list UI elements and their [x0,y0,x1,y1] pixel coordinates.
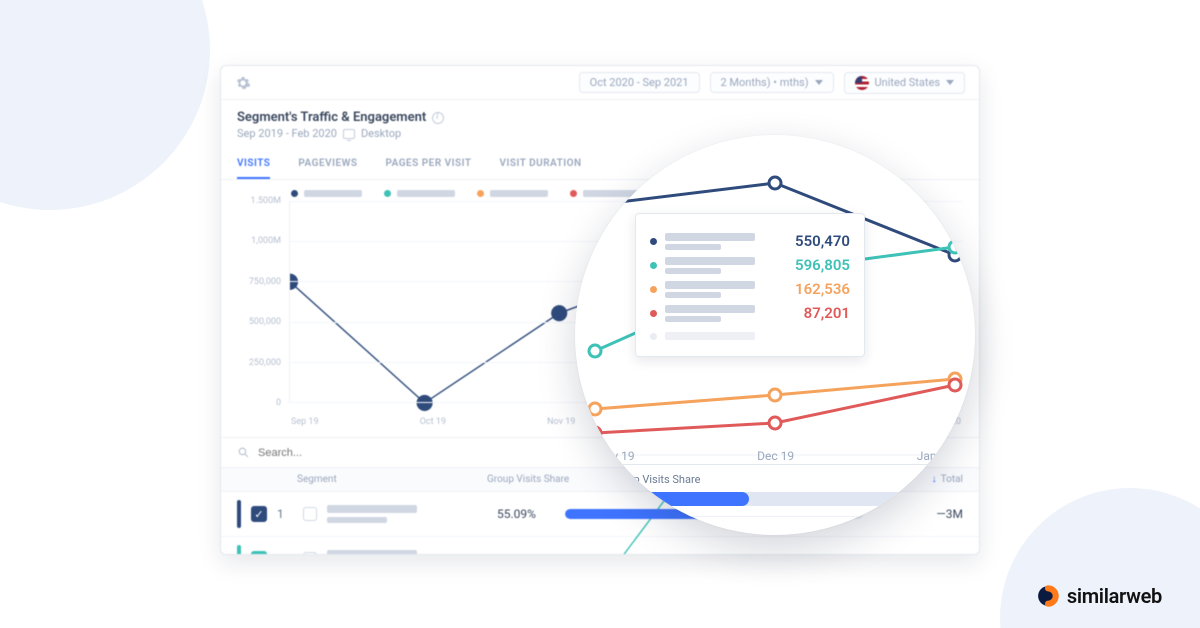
tab-pages-per-visit[interactable]: PAGES PER VISIT [385,152,471,179]
skeleton [665,244,721,250]
date-range-selector[interactable]: Oct 2020 - Sep 2021 [579,72,700,93]
search-icon [237,446,250,459]
share-title: Group Visits Share [610,473,940,486]
brand-logo: similarweb [1037,584,1162,608]
dot-icon [477,190,484,197]
skeleton [665,316,721,322]
granularity-selector[interactable]: 2 Months) • mths) [710,72,834,93]
title-text: Segment's Traffic & Engagement [237,110,426,125]
tooltip-value: 596,805 [795,256,850,274]
share-bar-fill [610,492,749,506]
date-range-label: Oct 2020 - Sep 2021 [590,76,689,89]
chevron-down-icon [946,80,954,85]
dot-icon [384,190,391,197]
dot-icon [650,310,657,317]
skeleton [665,233,755,241]
tooltip-row: 596,805 [650,256,850,274]
tooltip-value: 87,201 [804,304,850,322]
lens-x-axis: Nov 19 Dec 19 Jan 20 [597,449,953,463]
dot-icon [291,190,298,197]
bg-decor-top [0,0,210,210]
brand-text: similarweb [1067,584,1162,608]
skeleton [665,281,755,289]
chart-tooltip: 550,470 596,805 162,536 87,201 [635,213,865,357]
tab-visit-duration[interactable]: VISIT DURATION [500,152,582,179]
x-tick: Dec 19 [757,449,794,463]
tooltip-value: 550,470 [795,232,850,250]
row-color-indicator [237,500,241,528]
skeleton [397,190,455,197]
tooltip-row: 87,201 [650,304,850,322]
tooltip-value: 162,536 [795,280,850,298]
skeleton [304,190,362,197]
dot-icon [650,333,657,340]
x-tick: Nov 19 [597,449,635,463]
skeleton [665,305,755,313]
granularity-label: 2 Months) • mths) [721,76,809,89]
topbar: Oct 2020 - Sep 2021 2 Months) • mths) Un… [221,66,979,100]
row-checkbox[interactable]: ✓ [251,506,267,522]
gear-icon[interactable] [235,75,251,91]
subtitle-device: Desktop [361,127,401,140]
skeleton [665,257,755,265]
tooltip-row: 162,536 [650,280,850,298]
dot-icon [650,262,657,269]
tab-pageviews[interactable]: PAGEVIEWS [298,152,357,179]
x-tick: Jan 20 [917,449,953,463]
chevron-down-icon [815,80,823,85]
subtitle-range: Sep 2019 - Feb 2020 [237,127,337,140]
page-title: Segment's Traffic & Engagement [237,110,963,125]
magnifier-lens: Nov 19 Dec 19 Jan 20 550,470 596,805 162,5… [575,135,975,535]
tooltip-row: 550,470 [650,232,850,250]
similarweb-mark-icon [1037,585,1059,607]
country-label: United States [875,76,940,89]
dot-icon [650,286,657,293]
legend-item [291,190,362,197]
skeleton [665,268,721,274]
info-icon[interactable] [432,112,444,124]
flag-us-icon [855,76,869,90]
legend-item [384,190,455,197]
row-color-indicator [237,545,241,555]
row-checkbox[interactable]: ✓ [251,551,267,555]
skeleton [665,332,755,340]
share-bar [610,492,940,506]
dot-icon [650,238,657,245]
country-selector[interactable]: United States [844,72,965,94]
skeleton [490,190,548,197]
lens-share-box: Group Visits Share [597,464,953,517]
tab-visits[interactable]: VISITS [237,152,270,179]
y-axis: 0250,000500,000750,0001,000M1.500M [237,201,285,403]
tooltip-ghost-row [650,332,850,340]
skeleton [665,292,721,298]
desktop-icon [343,129,355,139]
legend-item [477,190,548,197]
